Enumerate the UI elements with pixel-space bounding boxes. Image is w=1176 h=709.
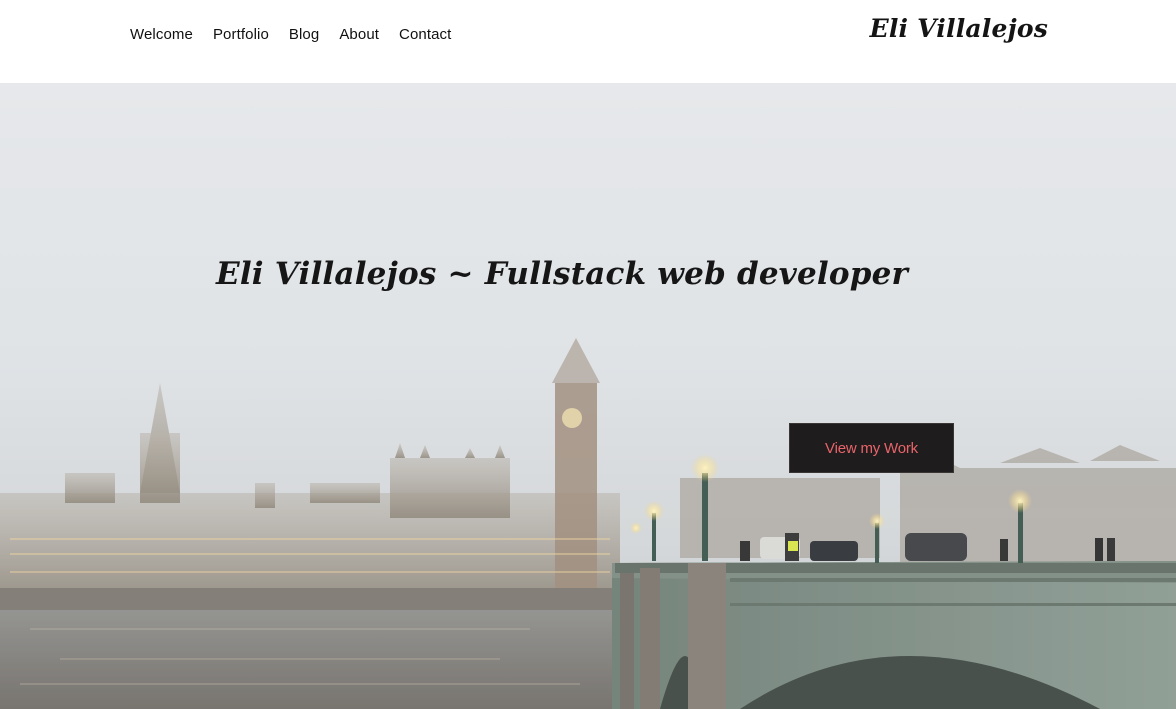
nav-item-portfolio[interactable]: Portfolio (213, 26, 269, 43)
hero-background-image (0, 83, 1176, 709)
view-my-work-button[interactable]: View my Work (789, 423, 954, 473)
hero-headline: Eli Villalejos ~ Fullstack web developer (216, 256, 909, 292)
nav-item-blog[interactable]: Blog (289, 26, 319, 43)
hero-section: Eli Villalejos ~ Fullstack web developer… (0, 83, 1176, 709)
nav-item-about[interactable]: About (339, 26, 379, 43)
nav-item-contact[interactable]: Contact (399, 26, 451, 43)
nav-item-welcome[interactable]: Welcome (130, 26, 193, 43)
site-logo-text[interactable]: Eli Villalejos (870, 14, 1048, 43)
site-header: Welcome Portfolio Blog About Contact Eli… (0, 0, 1176, 83)
main-nav: Welcome Portfolio Blog About Contact (130, 22, 451, 46)
